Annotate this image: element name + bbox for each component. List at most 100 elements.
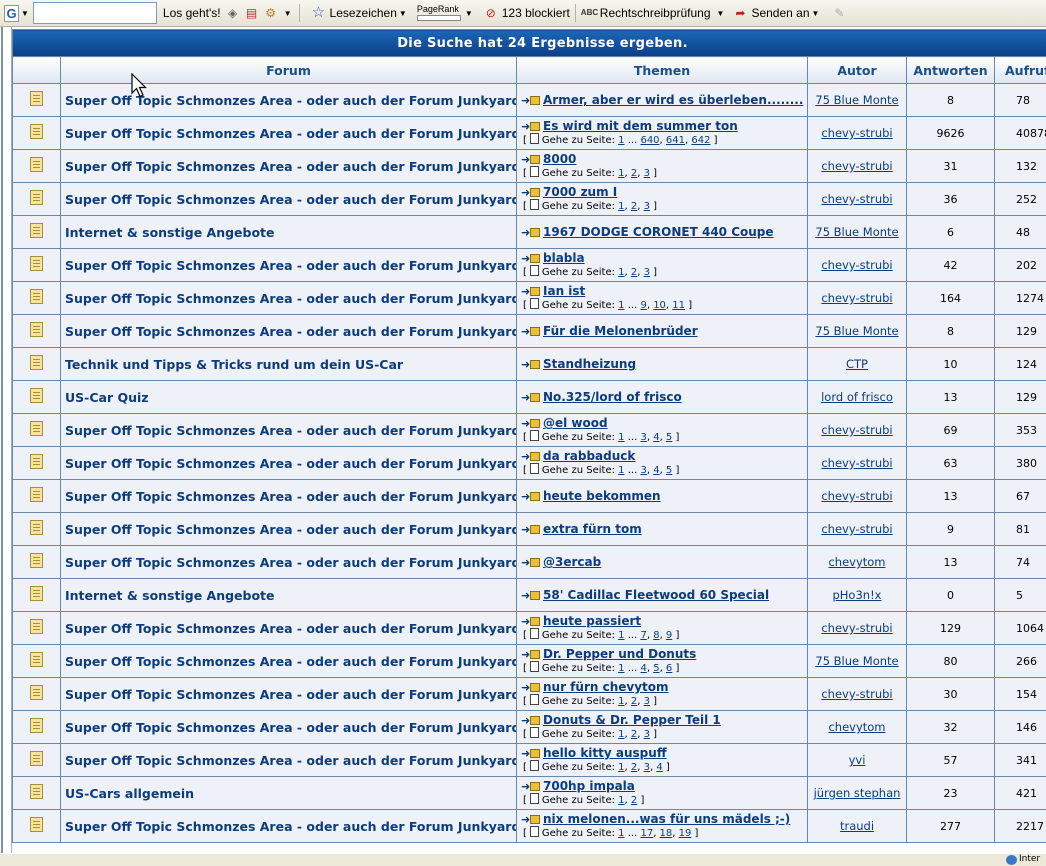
topic-link[interactable]: Für die Melonenbrüder	[543, 324, 698, 338]
author-link[interactable]: yvi	[849, 753, 866, 767]
author-link[interactable]: chevy-strubi	[821, 621, 892, 635]
author-link[interactable]: 75 Blue Monte	[815, 225, 898, 239]
forum-link[interactable]: Super Off Topic Schmonzes Area - oder au…	[65, 192, 517, 207]
forum-link[interactable]: Super Off Topic Schmonzes Area - oder au…	[65, 819, 517, 834]
forum-link[interactable]: US-Cars allgemein	[65, 786, 194, 801]
author-link[interactable]: lord of frisco	[821, 390, 893, 404]
search-button[interactable]: Los geht's!	[163, 6, 221, 20]
page-link[interactable]: 1	[618, 465, 624, 476]
author-link[interactable]: chevy-strubi	[821, 291, 892, 305]
topic-link[interactable]: heute bekommen	[543, 489, 661, 503]
author-link[interactable]: chevy-strubi	[821, 192, 892, 206]
forum-link[interactable]: Super Off Topic Schmonzes Area - oder au…	[65, 720, 517, 735]
topic-link[interactable]: 8000	[543, 152, 576, 166]
go-to-post-icon[interactable]: ➜	[521, 524, 539, 534]
topic-link[interactable]: 700hp impala	[543, 779, 635, 793]
forum-link[interactable]: Super Off Topic Schmonzes Area - oder au…	[65, 126, 517, 141]
forum-link[interactable]: Super Off Topic Schmonzes Area - oder au…	[65, 621, 517, 636]
page-link[interactable]: 17	[640, 828, 653, 839]
google-logo[interactable]: G	[4, 5, 19, 22]
topic-link[interactable]: 58' Cadillac Fleetwood 60 Special	[543, 588, 769, 602]
go-to-post-icon[interactable]: ➜	[521, 781, 539, 791]
topic-link[interactable]: hello kitty auspuff	[543, 746, 667, 760]
go-to-post-icon[interactable]: ➜	[521, 286, 539, 296]
page-link[interactable]: 4	[653, 432, 659, 443]
author-link[interactable]: traudi	[840, 819, 874, 833]
page-link[interactable]: 641	[666, 135, 685, 146]
page-link[interactable]: 4	[640, 663, 646, 674]
topic-link[interactable]: 7000 zum I	[543, 185, 617, 199]
forum-link[interactable]: Super Off Topic Schmonzes Area - oder au…	[65, 687, 517, 702]
page-link[interactable]: 19	[679, 828, 692, 839]
forum-link[interactable]: Internet & sonstige Angebote	[65, 225, 275, 240]
page-link[interactable]: 1	[618, 696, 624, 707]
go-to-post-icon[interactable]: ➜	[521, 814, 539, 824]
forum-link[interactable]: Internet & sonstige Angebote	[65, 588, 275, 603]
header-forum[interactable]: Forum	[61, 57, 517, 84]
go-to-post-icon[interactable]: ➜	[521, 418, 539, 428]
topic-link[interactable]: @el wood	[543, 416, 608, 430]
author-link[interactable]: chevy-strubi	[821, 687, 892, 701]
go-to-post-icon[interactable]: ➜	[521, 616, 539, 626]
page-link[interactable]: 1	[618, 795, 624, 806]
topic-link[interactable]: @3ercab	[543, 555, 601, 569]
page-link[interactable]: 1	[618, 168, 624, 179]
go-to-post-icon[interactable]: ➜	[521, 451, 539, 461]
forum-link[interactable]: Technik und Tipps & Tricks rund um dein …	[65, 357, 403, 372]
page-link[interactable]: 5	[653, 663, 659, 674]
author-link[interactable]: CTP	[846, 357, 868, 371]
pagerank-indicator[interactable]: PageRank ▼	[417, 5, 475, 21]
header-author[interactable]: Autor	[808, 57, 907, 84]
go-to-post-icon[interactable]: ➜	[521, 682, 539, 692]
author-link[interactable]: pHo3n!x	[832, 588, 881, 602]
page-link[interactable]: 1	[618, 432, 624, 443]
forum-link[interactable]: Super Off Topic Schmonzes Area - oder au…	[65, 324, 517, 339]
author-link[interactable]: 75 Blue Monte	[815, 93, 898, 107]
header-topics[interactable]: Themen	[517, 57, 808, 84]
forum-link[interactable]: Super Off Topic Schmonzes Area - oder au…	[65, 291, 517, 306]
page-link[interactable]: 2	[631, 762, 637, 773]
popup-blocker-button[interactable]: ⊘ 123 blockiert	[483, 5, 570, 21]
page-link[interactable]: 2	[631, 168, 637, 179]
author-link[interactable]: 75 Blue Monte	[815, 324, 898, 338]
header-views[interactable]: Aufruf	[995, 57, 1046, 84]
go-to-post-icon[interactable]: ➜	[521, 121, 539, 131]
go-to-post-icon[interactable]: ➜	[521, 359, 539, 369]
search-input[interactable]	[33, 2, 157, 24]
pencil-icon[interactable]: ✎	[831, 5, 850, 21]
topic-link[interactable]: extra fürn tom	[543, 522, 642, 536]
forum-link[interactable]: Super Off Topic Schmonzes Area - oder au…	[65, 753, 517, 768]
go-to-post-icon[interactable]: ➜	[521, 557, 539, 567]
go-to-post-icon[interactable]: ➜	[521, 326, 539, 336]
page-link[interactable]: 1	[618, 135, 624, 146]
page-link[interactable]: 3	[644, 762, 650, 773]
forum-link[interactable]: Super Off Topic Schmonzes Area - oder au…	[65, 555, 517, 570]
go-to-post-icon[interactable]: ➜	[521, 253, 539, 263]
page-link[interactable]: 4	[653, 465, 659, 476]
page-link[interactable]: 3	[640, 465, 646, 476]
topic-link[interactable]: Ian ist	[543, 284, 585, 298]
page-link[interactable]: 1	[618, 267, 624, 278]
send-to-button[interactable]: ➦ Senden an ▼	[732, 5, 821, 21]
author-link[interactable]: chevy-strubi	[821, 456, 892, 470]
go-to-post-icon[interactable]: ➜	[521, 748, 539, 758]
topic-link[interactable]: da rabbaduck	[543, 449, 635, 463]
go-to-post-icon[interactable]: ➜	[521, 187, 539, 197]
author-link[interactable]: chevy-strubi	[821, 159, 892, 173]
go-to-post-icon[interactable]: ➜	[521, 590, 539, 600]
author-link[interactable]: chevytom	[828, 555, 885, 569]
author-link[interactable]: jürgen stephan	[814, 786, 901, 800]
page-link[interactable]: 11	[672, 300, 685, 311]
forum-link[interactable]: US-Car Quiz	[65, 390, 149, 405]
bookmarks-button[interactable]: ☆ Lesezeichen ▼	[311, 5, 409, 21]
topic-link[interactable]: Dr. Pepper und Donuts	[543, 647, 696, 661]
go-to-post-icon[interactable]: ➜	[521, 95, 539, 105]
forum-link[interactable]: Super Off Topic Schmonzes Area - oder au…	[65, 522, 517, 537]
page-link[interactable]: 1	[618, 663, 624, 674]
header-replies[interactable]: Antworten	[907, 57, 995, 84]
topic-link[interactable]: Donuts & Dr. Pepper Teil 1	[543, 713, 721, 727]
page-link[interactable]: 1	[618, 630, 624, 641]
page-link[interactable]: 2	[631, 267, 637, 278]
go-to-post-icon[interactable]: ➜	[521, 715, 539, 725]
page-link[interactable]: 2	[631, 729, 637, 740]
